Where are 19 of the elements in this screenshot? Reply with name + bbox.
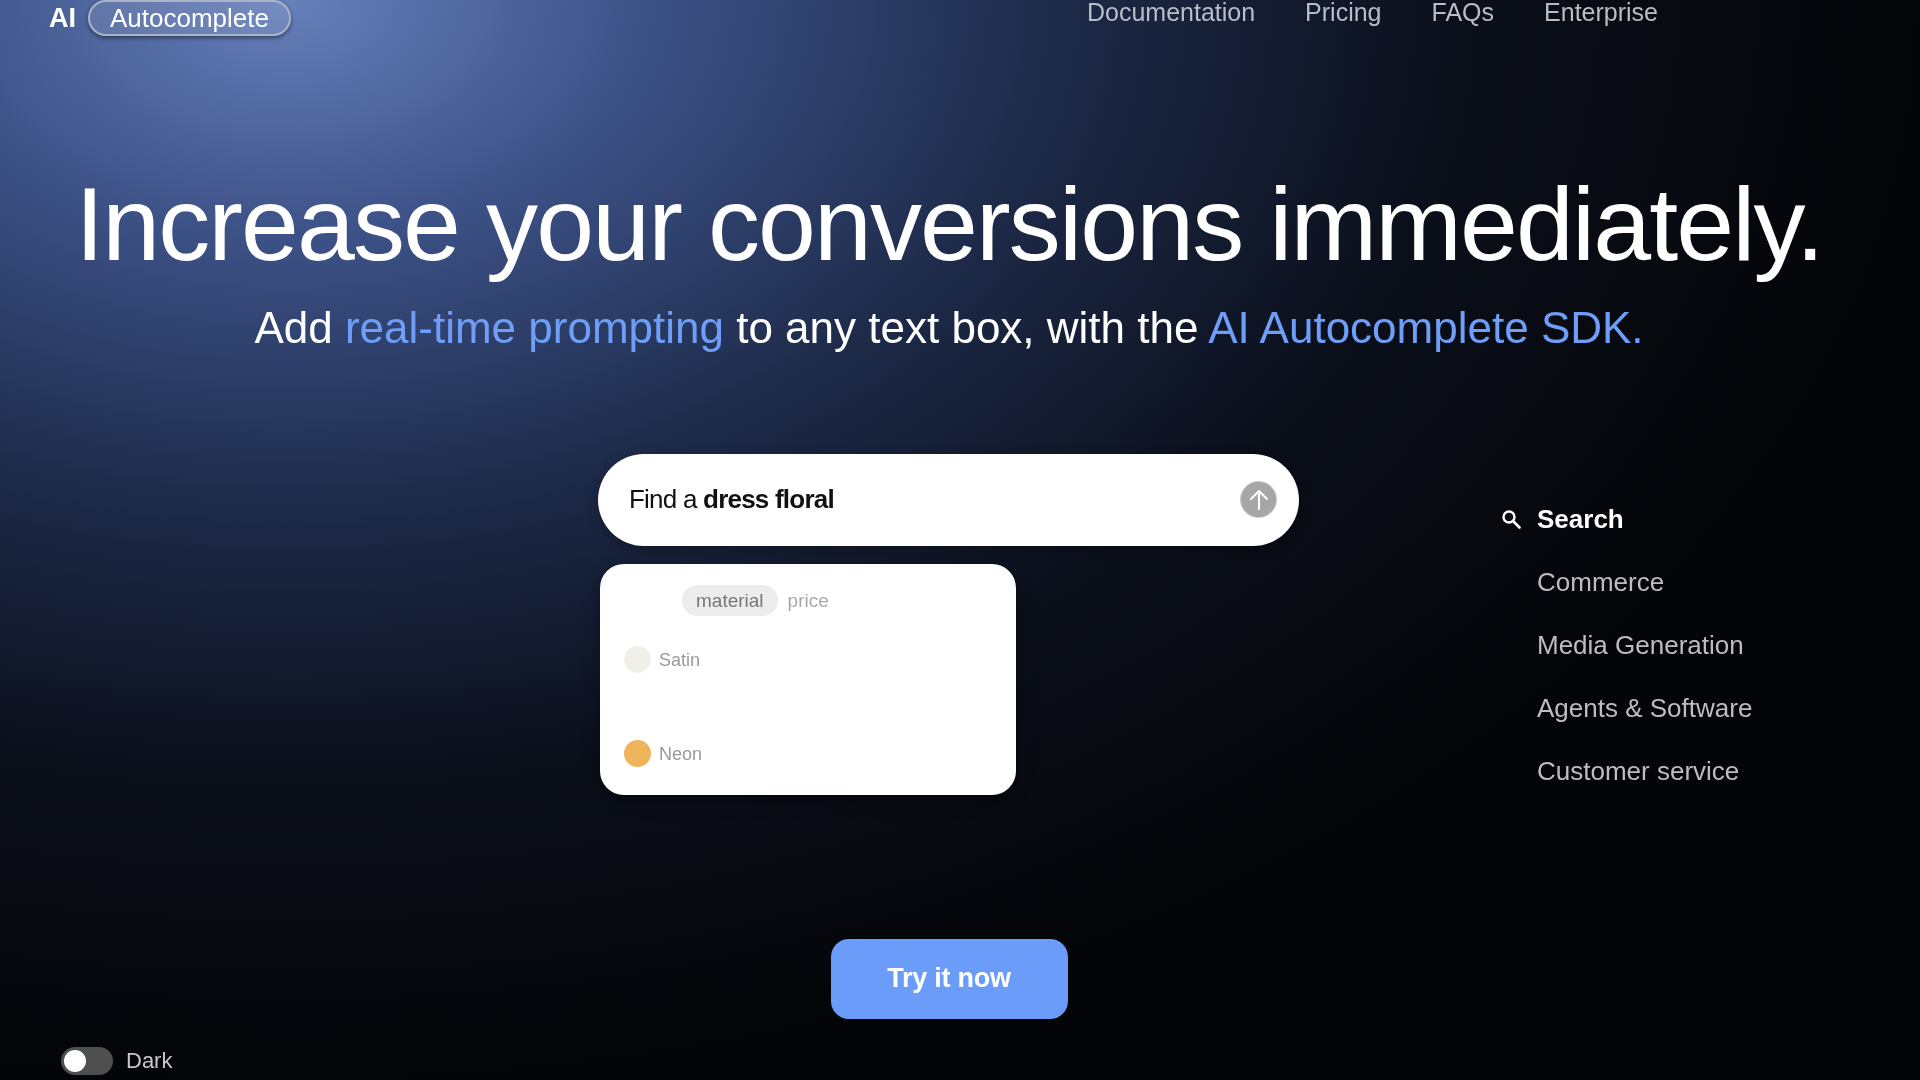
arrow-up-icon xyxy=(1249,489,1268,510)
logo-badge: Autocomplete xyxy=(88,0,291,36)
toggle-switch[interactable] xyxy=(61,1046,113,1075)
search-icon xyxy=(1501,508,1521,529)
suggestion-category[interactable]: material xyxy=(682,584,778,616)
nav-link[interactable]: Pricing xyxy=(1305,0,1382,25)
nav-link[interactable]: FAQs xyxy=(1431,0,1495,25)
use-case-tab[interactable]: Agents & Software xyxy=(1501,691,1753,724)
use-case-tab[interactable]: Commerce xyxy=(1501,565,1665,598)
use-case-tab[interactable]: Customer service xyxy=(1501,754,1740,787)
hero-subtitle: Add real-time prompting to any text box, with the AI Autocomplete SDK. xyxy=(254,301,1644,354)
search-field[interactable]: Find a dress floral xyxy=(598,453,1299,546)
hero-title: Increase your conversions immediately. xyxy=(75,165,1823,284)
use-case-tab[interactable]: Search xyxy=(1501,502,1624,535)
nav-link[interactable]: Documentation xyxy=(1086,0,1256,25)
toggle-label: Dark xyxy=(126,1049,173,1072)
use-case-tab[interactable]: Media Generation xyxy=(1501,628,1744,661)
logo-text: AI xyxy=(49,4,76,32)
nav-link[interactable]: Enterprise xyxy=(1544,0,1658,25)
